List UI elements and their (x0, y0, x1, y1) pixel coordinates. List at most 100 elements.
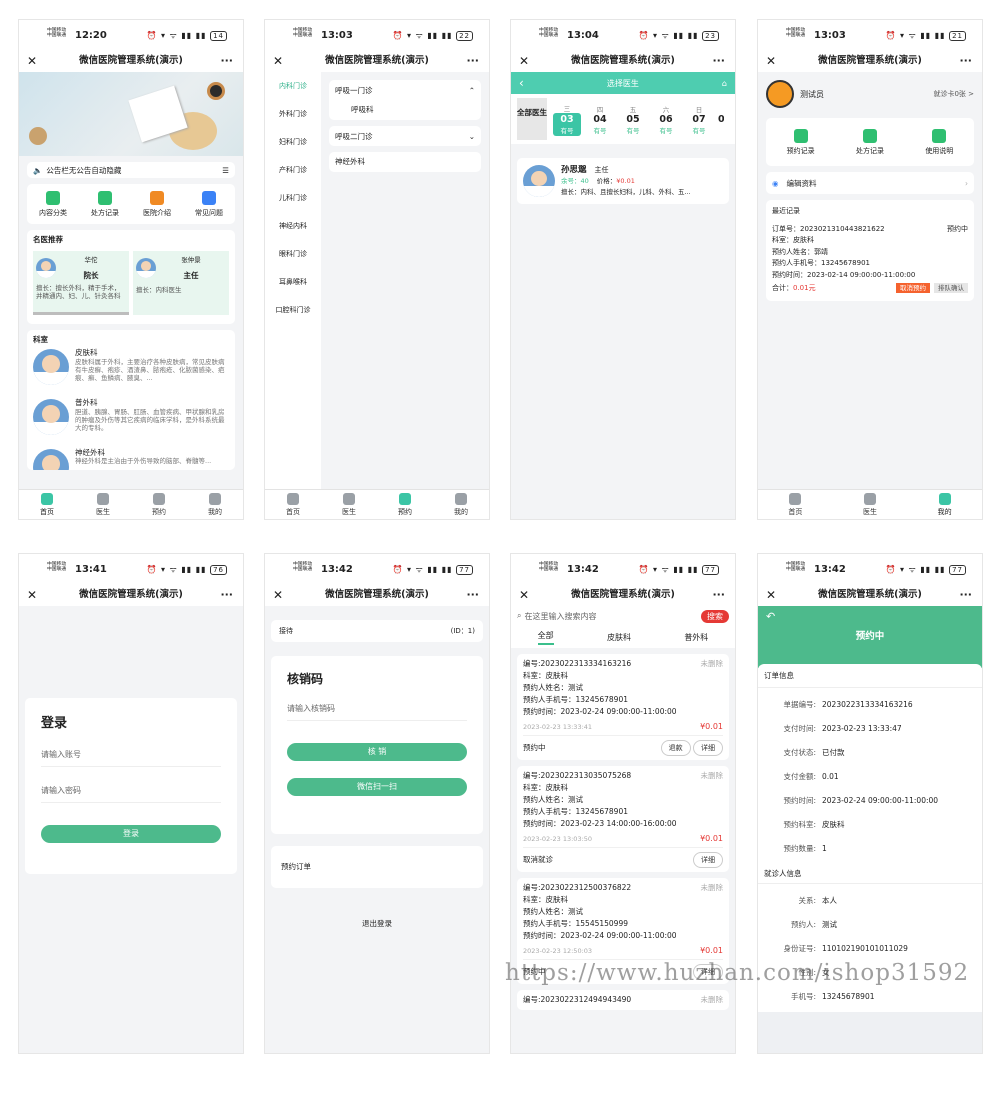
more-icon[interactable]: ··· (466, 50, 479, 72)
more-icon[interactable]: ··· (712, 584, 725, 606)
avatar (766, 80, 794, 108)
sidebar-item[interactable]: 口腔科门诊 (265, 296, 321, 324)
home-icon[interactable]: ⌂ (722, 79, 727, 88)
login-button[interactable]: 登录 (41, 825, 221, 843)
sidebar-item[interactable]: 神经内科 (265, 212, 321, 240)
booking-records[interactable]: 预约记录 (787, 128, 815, 156)
booking-orders-link[interactable]: 预约订单 (271, 846, 483, 888)
logout-link[interactable]: 退出登录 (265, 918, 489, 929)
usage-guide[interactable]: 使用说明 (925, 128, 953, 156)
date-chip[interactable]: 四 04 有号 (586, 104, 614, 135)
verify-code-input[interactable]: 请输入核销码 (287, 703, 467, 721)
more-icon[interactable]: ··· (466, 584, 479, 606)
dept-group[interactable]: 呼吸一门诊 ⌃ 呼吸科 (329, 80, 481, 120)
tab-booking[interactable]: 预约 (131, 490, 187, 519)
notice-bar[interactable]: 🔈 公告栏无公告自动隐藏 ☰ (27, 162, 235, 178)
tab-home[interactable]: 首页 (19, 490, 75, 519)
tab-home[interactable]: 首页 (758, 490, 833, 519)
queue-confirm-button[interactable]: 排队确认 (934, 283, 968, 293)
close-icon[interactable]: ✕ (273, 50, 283, 72)
home-icon (789, 493, 802, 505)
all-doctors-button[interactable]: 全部医生 (517, 98, 547, 140)
dept-group[interactable]: 呼吸二门诊 ⌄ (329, 126, 481, 146)
banner[interactable] (19, 72, 243, 156)
more-icon[interactable]: ··· (220, 50, 233, 72)
sidebar-item[interactable]: 眼科门诊 (265, 240, 321, 268)
list-item[interactable]: 神经外科 神经外科是主治由于外伤导致的脑部、脊髓等... (33, 449, 229, 470)
back-icon[interactable]: ↶ (766, 610, 775, 623)
date-chip[interactable]: 五 05 有号 (619, 104, 647, 135)
date-chip[interactable]: 0 (718, 114, 724, 125)
account-input[interactable]: 请输入账号 (41, 749, 221, 767)
back-icon[interactable]: ‹ (519, 76, 524, 90)
prescription-records[interactable]: 处方记录 (856, 128, 884, 156)
avatar (33, 349, 69, 385)
detail-button[interactable]: 详细 (693, 852, 723, 868)
tab-all[interactable]: 全部 (537, 630, 554, 645)
visit-card-link[interactable]: 就诊卡0张 > (933, 89, 974, 99)
close-icon[interactable]: ✕ (766, 584, 776, 606)
avatar (33, 449, 69, 470)
menu-icon[interactable]: ☰ (222, 166, 229, 175)
close-icon[interactable]: ✕ (27, 584, 37, 606)
cancel-booking-button[interactable]: 取消预约 (896, 283, 930, 293)
tab-mine[interactable]: 我的 (907, 490, 982, 519)
tab-doctor[interactable]: 医生 (75, 490, 131, 519)
dept-sidebar: 内科门诊 外科门诊 妇科门诊 产科门诊 儿科门诊 神经内科 眼科门诊 耳鼻喉科 … (265, 72, 321, 491)
sidebar-item[interactable]: 耳鼻喉科 (265, 268, 321, 296)
tab-general-surgery[interactable]: 普外科 (684, 632, 708, 643)
detail-header: ↶ 预约中 (758, 606, 982, 668)
quick-content-category[interactable]: 内容分类 (39, 190, 67, 218)
tab-dermatology[interactable]: 皮肤科 (607, 632, 631, 643)
dept-item[interactable]: 神经外科 (329, 152, 481, 172)
doctor-card[interactable]: 华佗 院长 擅长：擅长外科，精于手术，并精通内、妇、儿、针灸各科 (33, 251, 129, 315)
sidebar-item[interactable]: 外科门诊 (265, 100, 321, 128)
tab-booking[interactable]: 预约 (377, 490, 433, 519)
order-card[interactable]: 编号:2023022313334163216 未删除 科室：皮肤科 预约人姓名：测试… (517, 654, 729, 760)
refund-button[interactable]: 退款 (660, 740, 691, 756)
date-chip[interactable]: 日 07 有号 (685, 104, 713, 135)
sidebar-item[interactable]: 产科门诊 (265, 156, 321, 184)
more-icon[interactable]: ··· (959, 584, 972, 606)
tab-home[interactable]: 首页 (265, 490, 321, 519)
close-icon[interactable]: ✕ (519, 50, 529, 72)
list-item[interactable]: 普外科 胆道、胰腺、胃肠、肛肠、血管疾病、甲状腺和乳房的肿瘤及外伤等其它疾病的临床… (33, 399, 229, 449)
sidebar-item[interactable]: 妇科门诊 (265, 128, 321, 156)
close-icon[interactable]: ✕ (519, 584, 529, 606)
close-icon[interactable]: ✕ (766, 50, 776, 72)
recent-record: 最近记录 订单号：2023021310443821622 预约中 科室：皮肤科 预… (766, 200, 974, 301)
dept-item[interactable]: 呼吸科 (335, 100, 475, 120)
password-input[interactable]: 请输入密码 (41, 785, 221, 803)
list-item[interactable]: 皮肤科 皮肤科属于外科，主要治疗各种皮肤病，常见皮肤病有牛皮癣、疱疹、酒渣鼻、脓疱… (33, 349, 229, 399)
scan-button[interactable]: 微信扫一扫 (287, 778, 467, 796)
quick-hospital-intro[interactable]: 医院介绍 (143, 190, 171, 218)
tab-doctor[interactable]: 医生 (833, 490, 908, 519)
sidebar-item[interactable]: 儿科门诊 (265, 184, 321, 212)
close-icon[interactable]: ✕ (273, 584, 283, 606)
date-chip[interactable]: 三 03 有号 (553, 103, 581, 136)
edit-profile[interactable]: ◉ 编辑资料 › (766, 172, 974, 194)
quick-prescription[interactable]: 处方记录 (91, 190, 119, 218)
doctor-icon (343, 493, 355, 505)
detail-button[interactable]: 详细 (693, 740, 723, 756)
tab-doctor[interactable]: 医生 (321, 490, 377, 519)
more-icon[interactable]: ··· (712, 50, 725, 72)
verify-button[interactable]: 核 销 (287, 743, 467, 761)
search-button[interactable]: 搜索 (701, 609, 729, 623)
order-card[interactable]: 编号:2023022313035075268 未删除 科室：皮肤科 预约人姓名：测试… (517, 766, 729, 872)
quick-faq[interactable]: 常见问题 (195, 190, 223, 218)
sidebar-item[interactable]: 内科门诊 (265, 72, 321, 100)
more-icon[interactable]: ··· (959, 50, 972, 72)
search-input[interactable]: ⌕ 在这里输入搜索内容 (517, 611, 596, 622)
doctor-card[interactable]: 孙思邈 主任 余号：40 价格：¥0.01 擅长：内科、且擅长妇科，儿科、外科、五.… (517, 158, 729, 204)
reception-bar: 接待 (ID：1) (271, 620, 483, 642)
date-chip[interactable]: 六 06 有号 (652, 104, 680, 135)
order-card[interactable]: 编号:2023022312494943490 未删除 (517, 990, 729, 1010)
doctor-card[interactable]: 张仲景 主任 擅长：内科医生 (133, 251, 229, 315)
tab-mine[interactable]: 我的 (433, 490, 489, 519)
phone-login: 中国移动 中国联通 13:41 ⏰ ▾ ᯤ ▮▮ ▮▮ 76 ✕ 微信医院管理系统(… (18, 553, 244, 1054)
nav-bar: ✕ 微信医院管理系统(演示) ··· (265, 584, 489, 606)
more-icon[interactable]: ··· (220, 584, 233, 606)
tab-mine[interactable]: 我的 (187, 490, 243, 519)
close-icon[interactable]: ✕ (27, 50, 37, 72)
